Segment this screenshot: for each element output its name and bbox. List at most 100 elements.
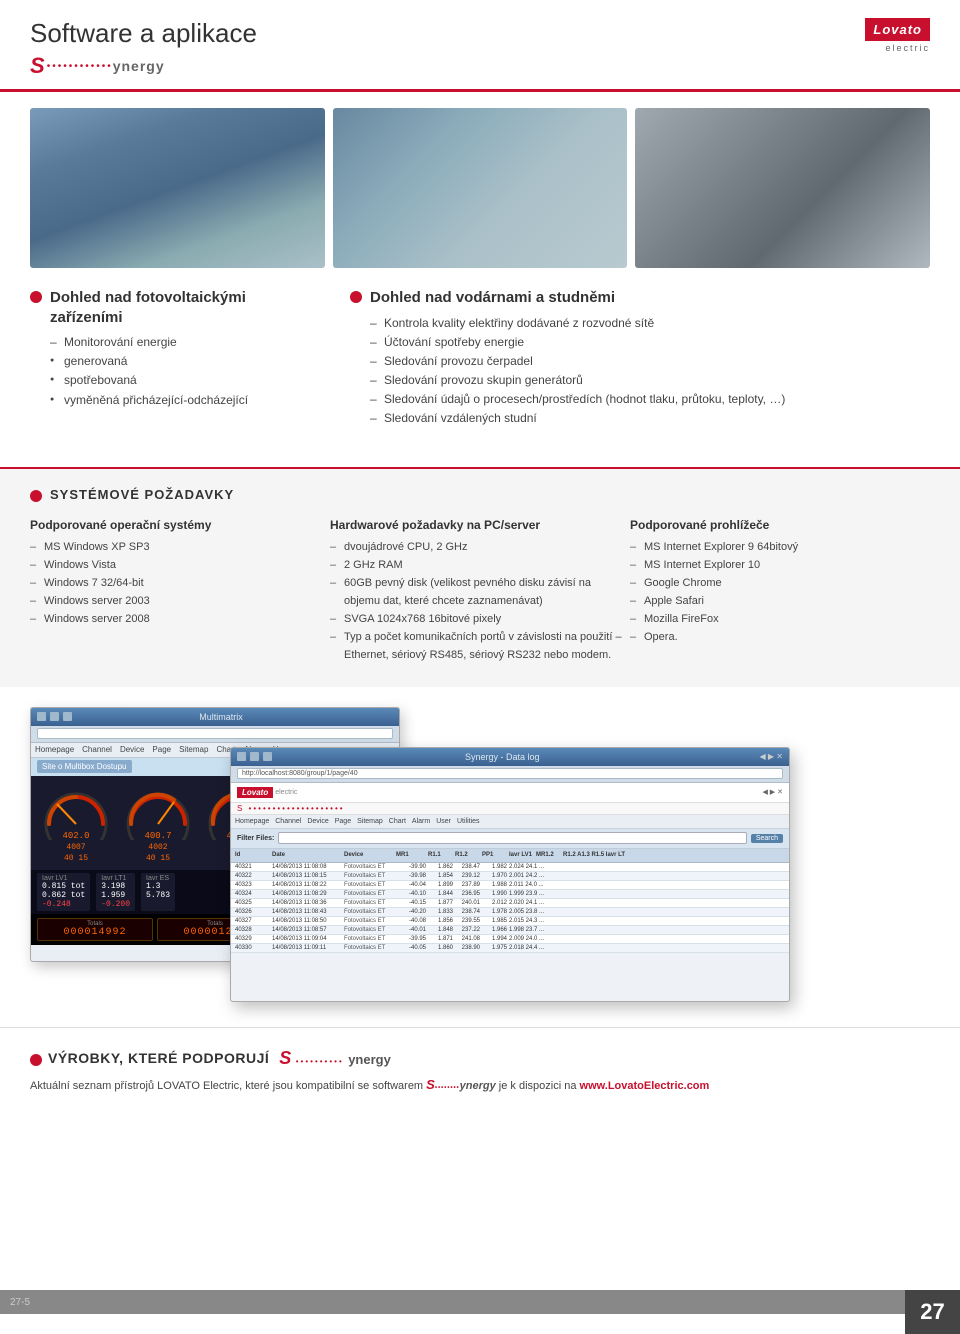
menu-item-ch[interactable]: Channel <box>275 818 301 825</box>
data-window-title-text: Synergy - Data log <box>249 752 756 762</box>
table-row: 40327 14/08/2013 11:08:50 Fotovoltaics E… <box>231 917 789 926</box>
list-item: Kontrola kvality elektřiny dodávané z ro… <box>370 314 930 333</box>
url-bar[interactable] <box>31 726 399 743</box>
gauge-svg-2: 400.7 <box>119 782 197 840</box>
screenshots-area: Multimatrix Homepage Channel Device Page… <box>30 707 930 1007</box>
menu-item-st[interactable]: Sitemap <box>357 818 383 825</box>
data-rows: 40321 14/08/2013 11:08:08 Fotovoltaics E… <box>231 863 789 953</box>
cell-id: 40327 <box>235 918 270 924</box>
synergy-s: S <box>30 53 45 79</box>
sysreq-col-browsers: Podporované prohlížeče MS Internet Explo… <box>630 518 930 665</box>
cell-r11: 1.862 <box>428 864 453 870</box>
value-label-2: Iavr LT1 <box>101 875 130 882</box>
cell-id: 40322 <box>235 873 270 879</box>
data-win-btn-min[interactable] <box>237 752 246 761</box>
value-num-2b: 1.959 <box>101 891 130 900</box>
cell-mr1: -40.05 <box>396 945 426 951</box>
cell-more: 2.009 24.0 ... <box>509 936 785 942</box>
header-left: Software a aplikace S •••••••••••• ynerg… <box>30 18 257 79</box>
list-item: Sledování provozu skupin generátorů <box>370 371 930 390</box>
url-input[interactable] <box>37 728 393 739</box>
cell-date: 14/08/2013 11:08:15 <box>272 873 342 879</box>
menu-item[interactable]: Channel <box>82 745 112 754</box>
breadcrumb-item[interactable]: Site o Multibox Dostupu <box>37 760 132 773</box>
nav-arrows[interactable]: ◀ ▶ ✕ <box>762 788 783 796</box>
cell-date: 14/08/2013 11:08:50 <box>272 918 342 924</box>
cell-more: 1.999 23.9 ... <box>509 891 785 897</box>
cell-more: 1.998 23.7 ... <box>509 927 785 933</box>
data-window-titlebar: Synergy - Data log ◀ ▶ ✕ <box>231 748 789 766</box>
cell-r12: 238.90 <box>455 945 480 951</box>
list-item: Sledování vzdálených studní <box>370 409 930 428</box>
bullet-dot-right <box>350 291 362 303</box>
list-item: 2 GHz RAM <box>330 556 630 574</box>
section-vodarna: Dohled nad vodárnami a studněmi Kontrola… <box>350 288 930 429</box>
table-row: 40323 14/08/2013 11:08:22 Fotovoltaics E… <box>231 881 789 890</box>
menu-item[interactable]: Homepage <box>35 745 74 754</box>
footer-link[interactable]: www.LovatoElectric.com <box>580 1080 710 1092</box>
cell-mr1: -39.90 <box>396 864 426 870</box>
url-text: http://localhost:8080/group/1/page/40 <box>242 770 358 777</box>
cell-pp1: 1.975 <box>482 945 507 951</box>
value-num-2c: -0.200 <box>101 900 130 909</box>
data-url-input[interactable]: http://localhost:8080/group/1/page/40 <box>237 768 783 779</box>
footer-title: VÝROBKY, KTERÉ PODPORUJÍ <box>48 1050 269 1066</box>
cell-device: Fotovoltaics ET <box>344 891 394 897</box>
cell-mr1: -40.08 <box>396 918 426 924</box>
menu-item-ch2[interactable]: Chart <box>389 818 406 825</box>
cell-mr1: -39.98 <box>396 873 426 879</box>
lovato-electric-small: electric <box>275 789 297 796</box>
cell-r12: 240.01 <box>455 900 480 906</box>
gauge-2: 400.7 4002 40 15 <box>119 782 197 864</box>
data-table-header: Id Date Device MR1 R1.1 R1.2 PP1 Iavr LV… <box>231 849 789 863</box>
cell-r12: 237.89 <box>455 882 480 888</box>
data-url-bar[interactable]: http://localhost:8080/group/1/page/40 <box>231 766 789 783</box>
list-item: vyměněná přicházející-odcházející <box>50 391 310 410</box>
cell-r11: 1.877 <box>428 900 453 906</box>
menu-item-util[interactable]: Utilities <box>457 818 480 825</box>
cell-r11: 1.899 <box>428 882 453 888</box>
counter-value-1: 000014992 <box>44 927 146 938</box>
section-list-vodarna: Kontrola kvality elektřiny dodávané z ro… <box>350 314 930 429</box>
page-number-area: 27-5 27 <box>0 1290 960 1334</box>
footer-text-1: Aktuální seznam přístrojů LOVATO Electri… <box>30 1080 423 1092</box>
table-row: 40328 14/08/2013 11:08:57 Fotovoltaics E… <box>231 926 789 935</box>
synergy-logo-header: S •••••••••••• ynergy <box>30 53 257 79</box>
section-title-fotovoltaic: Dohled nad fotovoltaickými zařízeními <box>50 288 310 327</box>
cell-mr1: -40.15 <box>396 900 426 906</box>
table-row: 40325 14/08/2013 11:08:36 Fotovoltaics E… <box>231 899 789 908</box>
cell-r11: 1.848 <box>428 927 453 933</box>
cell-pp1: 1.982 <box>482 864 507 870</box>
footer-synergy-ynergy: ynergy <box>348 1052 391 1067</box>
list-item: MS Internet Explorer 9 64bitový <box>630 538 930 556</box>
value-num-3: 1.3 <box>146 882 170 891</box>
col-head-more: R1.2 A1.3 R1.5 Iavr LT <box>563 852 785 858</box>
table-row: 40321 14/08/2013 11:08:08 Fotovoltaics E… <box>231 863 789 872</box>
cell-r11: 1.860 <box>428 945 453 951</box>
win-btn-min[interactable] <box>37 712 46 721</box>
list-item: Opera. <box>630 628 930 646</box>
cell-id: 40324 <box>235 891 270 897</box>
menu-item[interactable]: Sitemap <box>179 745 208 754</box>
menu-item[interactable]: Page <box>152 745 171 754</box>
sysreq-list-hw: dvoujádrové CPU, 2 GHz 2 GHz RAM 60GB pe… <box>330 538 630 665</box>
menu-item-pg[interactable]: Page <box>335 818 351 825</box>
cell-device: Fotovoltaics ET <box>344 864 394 870</box>
col-head-pp1: PP1 <box>482 852 507 858</box>
menu-item[interactable]: Device <box>120 745 144 754</box>
menu-item-us[interactable]: User <box>436 818 451 825</box>
filter-input[interactable] <box>278 832 746 844</box>
sysreq-list-os: MS Windows XP SP3 Windows Vista Windows … <box>30 538 330 629</box>
menu-item-dev[interactable]: Device <box>307 818 328 825</box>
filter-button[interactable]: Search <box>751 834 783 843</box>
list-item: 60GB pevný disk (velikost pevného disku … <box>330 574 630 610</box>
list-item: Účtování spotřeby energie <box>370 333 930 352</box>
list-item: Windows Vista <box>30 556 330 574</box>
cell-pp1: 1.988 <box>482 882 507 888</box>
hero-image-water <box>333 108 628 268</box>
menu-item-home[interactable]: Homepage <box>235 818 269 825</box>
menu-item-al[interactable]: Alarm <box>412 818 430 825</box>
cell-r11: 1.871 <box>428 936 453 942</box>
cell-r11: 1.833 <box>428 909 453 915</box>
cell-r12: 238.74 <box>455 909 480 915</box>
